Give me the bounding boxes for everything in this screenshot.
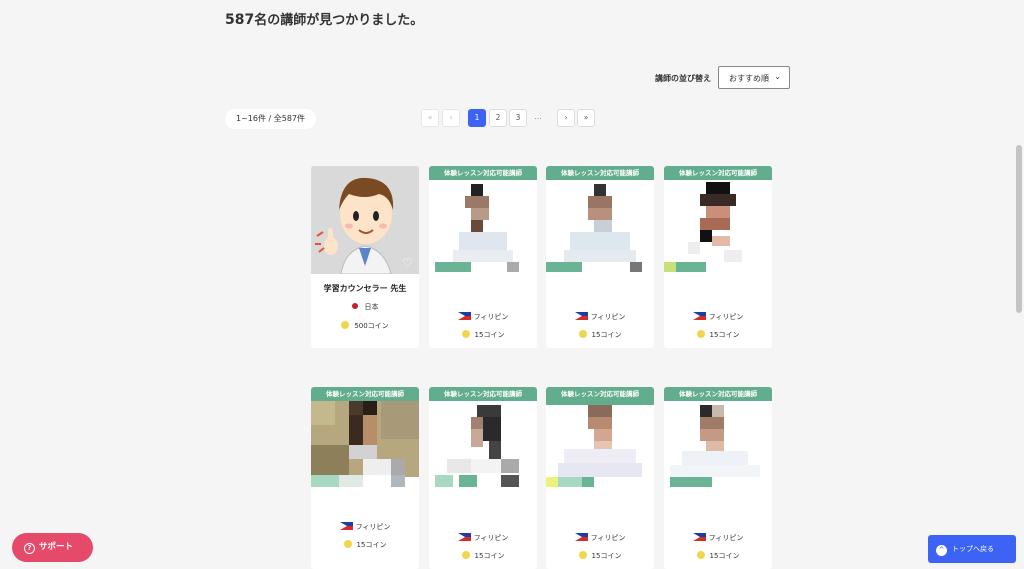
teacher-coins: 15コイン	[664, 330, 772, 340]
philippines-flag-icon	[457, 533, 471, 541]
sort-select[interactable]: おすすめ順 ⌄	[718, 66, 790, 89]
coin-label: 15コイン	[709, 552, 740, 560]
country-label: フィリピン	[708, 313, 744, 321]
result-count-text: 名の講師が見つかりました。	[254, 13, 424, 28]
country-label: フィリピン	[708, 534, 744, 542]
teacher-coins: 15コイン	[664, 551, 772, 561]
trial-lesson-badge: 体験レッスン対応可能講師	[429, 387, 537, 401]
pagination-page-3[interactable]: 3	[509, 109, 527, 127]
teacher-name: 学習カウンセラー 先生	[323, 284, 407, 293]
teacher-photo-pixelated	[429, 387, 537, 495]
coin-label: 15コイン	[474, 552, 505, 560]
coin-label: 500コイン	[354, 322, 389, 330]
trial-lesson-badge: 体験レッスン対応可能講師	[546, 387, 654, 401]
philippines-flag-icon	[339, 522, 353, 530]
pagination-ellipsis: …	[534, 112, 542, 121]
coin-icon	[696, 551, 705, 559]
teacher-coins: 15コイン	[311, 540, 419, 550]
coin-icon	[341, 321, 350, 329]
coin-label: 15コイン	[474, 331, 505, 339]
country-label: フィリピン	[473, 313, 509, 321]
pagination-last-button[interactable]: »	[577, 109, 595, 127]
favorite-heart-icon[interactable]: ♡	[402, 256, 413, 270]
trial-lesson-badge: 体験レッスン対応可能講師	[546, 166, 654, 180]
teacher-coins: 500コイン	[311, 321, 419, 331]
japan-flag-icon	[351, 303, 358, 309]
country-label: 日本	[364, 303, 379, 311]
teacher-photo: ♡	[311, 166, 419, 274]
sort-selected-value: おすすめ順	[729, 74, 769, 83]
country-label: フィリピン	[590, 534, 626, 542]
teacher-photo-pixelated	[429, 166, 537, 274]
teacher-card[interactable]: 体験レッスン対応可能講師 フィリピン 15コイン	[429, 387, 537, 569]
coin-icon	[696, 330, 705, 338]
coin-icon	[461, 330, 470, 338]
teacher-coins: 15コイン	[429, 330, 537, 340]
teacher-card[interactable]: 体験レッスン対応可能講師 フィリピン 15コイン	[664, 166, 772, 348]
trial-lesson-badge: 体験レッスン対応可能講師	[664, 387, 772, 401]
pagination-page-2[interactable]: 2	[489, 109, 507, 127]
teacher-photo-pixelated	[546, 387, 654, 495]
chevron-down-icon: ⌄	[774, 72, 781, 81]
page-scrollbar[interactable]	[1016, 145, 1022, 313]
teacher-card[interactable]: ♡ 学習カウンセラー 先生 日本 500コイン	[311, 166, 419, 348]
coin-label: 15コイン	[591, 331, 622, 339]
teacher-coins: 15コイン	[546, 330, 654, 340]
teacher-country: フィリピン	[546, 533, 654, 543]
result-range-pill: 1~16件 / 全587件	[225, 109, 316, 129]
teacher-card[interactable]: 体験レッスン対応可能講師 フィリピン 15コイン	[546, 387, 654, 569]
country-label: フィリピン	[473, 534, 509, 542]
philippines-flag-icon	[457, 312, 471, 320]
philippines-flag-icon	[574, 533, 588, 541]
teacher-country: フィリピン	[664, 312, 772, 322]
back-to-top-label: トップへ戻る	[952, 545, 994, 553]
teacher-country: フィリピン	[664, 533, 772, 543]
pagination-first-button[interactable]: «	[421, 109, 439, 127]
coin-icon	[578, 330, 587, 338]
coin-icon	[461, 551, 470, 559]
sort-label: 講師の並び替え	[655, 74, 711, 83]
trial-lesson-badge: 体験レッスン対応可能講師	[429, 166, 537, 180]
trial-lesson-badge: 体験レッスン対応可能講師	[664, 166, 772, 180]
teacher-card[interactable]: 体験レッスン対応可能講師 フィリピン 15コイン	[429, 166, 537, 348]
teacher-country: フィリピン	[546, 312, 654, 322]
support-label: サポート	[39, 542, 74, 552]
teacher-country: フィリピン	[429, 533, 537, 543]
chevron-up-icon: ^	[936, 545, 947, 556]
coin-icon	[343, 540, 352, 548]
pagination-next-button[interactable]: ›	[557, 109, 575, 127]
pagination-prev-button[interactable]: ‹	[442, 109, 460, 127]
philippines-flag-icon	[692, 533, 706, 541]
teacher-card[interactable]: 体験レッスン対応可能講師 フィリピン 15コイン	[546, 166, 654, 348]
teacher-country: フィリピン	[429, 312, 537, 322]
teacher-photo-pixelated	[664, 166, 772, 274]
teacher-country: フィリピン	[311, 522, 419, 532]
teacher-coins: 15コイン	[546, 551, 654, 561]
teacher-card[interactable]: 体験レッスン対応可能講師 フィリピン 15コイン	[311, 387, 419, 569]
country-label: フィリピン	[590, 313, 626, 321]
teacher-photo-pixelated	[311, 387, 419, 495]
result-count-title: 587名の講師が見つかりました。	[225, 9, 423, 28]
teacher-coins: 15コイン	[429, 551, 537, 561]
coin-icon	[578, 551, 587, 559]
teacher-country: 日本	[311, 302, 419, 312]
philippines-flag-icon	[574, 312, 588, 320]
support-button[interactable]: ? サポート	[12, 533, 93, 562]
result-count-number: 587	[225, 12, 255, 28]
country-label: フィリピン	[355, 523, 391, 531]
teacher-photo-pixelated	[664, 387, 772, 495]
teacher-photo-pixelated	[546, 166, 654, 274]
coin-label: 15コイン	[356, 541, 387, 549]
coin-label: 15コイン	[591, 552, 622, 560]
teacher-card[interactable]: 体験レッスン対応可能講師 フィリピン 15コイン	[664, 387, 772, 569]
back-to-top-button[interactable]: ^ トップへ戻る	[928, 535, 1016, 563]
question-icon: ?	[24, 543, 35, 554]
trial-lesson-badge: 体験レッスン対応可能講師	[311, 387, 419, 401]
coin-label: 15コイン	[709, 331, 740, 339]
philippines-flag-icon	[692, 312, 706, 320]
pagination-page-1[interactable]: 1	[468, 109, 486, 127]
